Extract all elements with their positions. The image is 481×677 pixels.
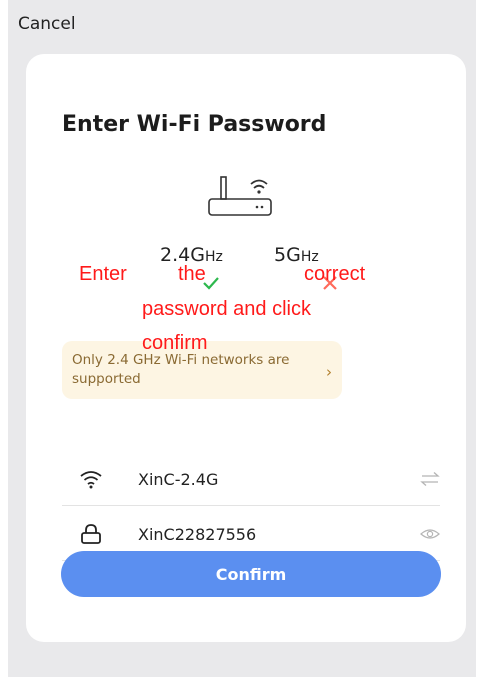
app-screen: Cancel Enter Wi-Fi Password 2.4GHz 5GHz … — [8, 0, 476, 677]
chevron-right-icon: › — [326, 363, 332, 381]
router-icon — [208, 176, 272, 216]
page-title: Enter Wi-Fi Password — [62, 112, 327, 137]
instruction-word-correct: correct — [304, 263, 366, 285]
network-row[interactable]: XinC-2.4G — [62, 454, 440, 506]
instruction-word-the: the — [178, 263, 206, 285]
password-field[interactable] — [138, 525, 398, 544]
confirm-button[interactable]: Confirm — [61, 551, 441, 597]
tip-text: Only 2.4 GHz Wi-Fi networks are supporte… — [72, 352, 290, 387]
cancel-button[interactable]: Cancel — [18, 14, 76, 34]
switch-network-icon[interactable] — [420, 471, 440, 487]
lock-icon — [81, 524, 101, 544]
instruction-word-enter: Enter — [79, 263, 127, 285]
wifi-icon — [80, 471, 102, 489]
instruction-line-password: password and click — [142, 298, 311, 320]
divider — [62, 505, 440, 506]
ssid-value: XinC-2.4G — [138, 470, 219, 489]
eye-icon[interactable] — [420, 526, 440, 542]
instruction-word-confirm: confirm — [142, 332, 208, 354]
